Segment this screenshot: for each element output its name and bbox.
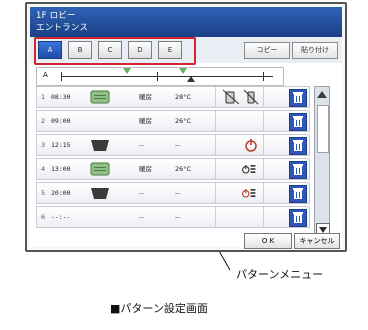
ok-button[interactable]: O K bbox=[244, 233, 292, 249]
divider bbox=[263, 135, 264, 155]
scroll-thumb[interactable] bbox=[317, 105, 329, 153]
trash-icon bbox=[293, 188, 303, 199]
row-temperature: 28°C bbox=[175, 93, 192, 101]
marker-black-icon bbox=[187, 76, 195, 82]
pattern-tab-bar: A B C D E コピー 貼り付け bbox=[30, 37, 342, 65]
paste-button[interactable]: 貼り付け bbox=[292, 42, 338, 59]
trash-icon bbox=[293, 212, 303, 223]
row-time: 20:00 bbox=[51, 189, 71, 197]
divider bbox=[215, 135, 216, 155]
screen-caption: ■パターン設定画面 bbox=[110, 302, 208, 315]
power-settings-icon bbox=[242, 189, 256, 198]
divider bbox=[263, 159, 264, 179]
trash-icon bbox=[293, 164, 303, 175]
divider bbox=[263, 207, 264, 227]
marker-green-icon bbox=[123, 68, 131, 74]
row-number: 3 bbox=[41, 141, 46, 149]
title-line-2: エントランス bbox=[36, 23, 89, 33]
remote-lock-icon bbox=[223, 89, 239, 105]
marker-green-icon bbox=[179, 68, 187, 74]
row-time: --:-- bbox=[51, 213, 71, 221]
row-mode: 暖房 bbox=[139, 165, 152, 173]
delete-button[interactable] bbox=[289, 209, 307, 227]
pattern-menu-callout: パターンメニュー bbox=[236, 268, 324, 281]
timeline-tick bbox=[263, 72, 264, 81]
fan-dark-icon bbox=[91, 188, 109, 199]
row-temperature: -- bbox=[175, 189, 180, 197]
page: 1F ロビー エントランス A B C D E コピー 貼り付け A 1 08:… bbox=[0, 0, 368, 330]
row-mode: 暖房 bbox=[139, 93, 152, 101]
copy-button[interactable]: コピー bbox=[244, 42, 290, 59]
pattern-timeline: A bbox=[36, 67, 284, 86]
divider bbox=[215, 87, 216, 107]
divider bbox=[215, 183, 216, 203]
row-time: 12:15 bbox=[51, 141, 71, 149]
table-row[interactable]: 3 12:15 -- -- bbox=[36, 134, 310, 156]
row-number: 1 bbox=[41, 93, 46, 101]
timeline-key: A bbox=[43, 71, 48, 79]
trash-icon bbox=[293, 140, 303, 151]
tab-b[interactable]: B bbox=[68, 41, 92, 59]
screen: 1F ロビー エントランス A B C D E コピー 貼り付け A 1 08:… bbox=[30, 7, 342, 249]
row-number: 5 bbox=[41, 189, 46, 197]
table-row[interactable]: 6 --:-- -- -- bbox=[36, 206, 310, 228]
trash-icon bbox=[293, 116, 303, 127]
row-mode: 暖房 bbox=[139, 117, 152, 125]
row-temperature: 26°C bbox=[175, 165, 192, 173]
fan-green-icon bbox=[90, 162, 110, 176]
row-time: 08:30 bbox=[51, 93, 71, 101]
timeline-tick bbox=[157, 72, 158, 81]
fan-dark-icon bbox=[91, 140, 109, 151]
divider bbox=[263, 111, 264, 131]
divider bbox=[263, 87, 264, 107]
tab-c[interactable]: C bbox=[98, 41, 122, 59]
tab-e[interactable]: E bbox=[158, 41, 182, 59]
delete-button[interactable] bbox=[289, 113, 307, 131]
timeline-tick bbox=[61, 72, 62, 81]
row-temperature: -- bbox=[175, 141, 180, 149]
title-line-1: 1F ロビー bbox=[36, 11, 76, 21]
trash-icon bbox=[293, 92, 303, 103]
title-bar: 1F ロビー エントランス bbox=[30, 7, 342, 37]
power-icon bbox=[245, 139, 257, 152]
delete-button[interactable] bbox=[289, 89, 307, 107]
tab-a[interactable]: A bbox=[38, 41, 62, 59]
row-number: 4 bbox=[41, 165, 46, 173]
row-mode: -- bbox=[139, 189, 144, 197]
delete-button[interactable] bbox=[289, 185, 307, 203]
schedule-table: 1 08:30 暖房 28°C 2 09:00 暖房 26°C 3 12:15 … bbox=[36, 86, 310, 230]
divider bbox=[215, 207, 216, 227]
row-mode: -- bbox=[139, 141, 144, 149]
divider bbox=[263, 183, 264, 203]
scroll-up-icon[interactable] bbox=[317, 91, 327, 98]
table-row[interactable]: 5 20:00 -- -- bbox=[36, 182, 310, 204]
delete-button[interactable] bbox=[289, 161, 307, 179]
divider bbox=[215, 111, 216, 131]
divider bbox=[215, 159, 216, 179]
row-time: 13:00 bbox=[51, 165, 71, 173]
row-number: 2 bbox=[41, 117, 46, 125]
device-frame: 1F ロビー エントランス A B C D E コピー 貼り付け A 1 08:… bbox=[25, 2, 347, 252]
remote-lock-icon bbox=[243, 89, 259, 105]
scrollbar[interactable] bbox=[314, 86, 330, 240]
row-temperature: 26°C bbox=[175, 117, 192, 125]
table-row[interactable]: 4 13:00 暖房 26°C bbox=[36, 158, 310, 180]
delete-button[interactable] bbox=[289, 137, 307, 155]
row-temperature: -- bbox=[175, 213, 180, 221]
tab-d[interactable]: D bbox=[128, 41, 152, 59]
fan-green-icon bbox=[90, 90, 110, 104]
table-row[interactable]: 1 08:30 暖房 28°C bbox=[36, 86, 310, 108]
power-settings-icon bbox=[242, 165, 256, 174]
cancel-button[interactable]: キャンセル bbox=[294, 233, 340, 249]
row-mode: -- bbox=[139, 213, 144, 221]
table-row[interactable]: 2 09:00 暖房 26°C bbox=[36, 110, 310, 132]
row-number: 6 bbox=[41, 213, 46, 221]
row-time: 09:00 bbox=[51, 117, 71, 125]
timeline-line bbox=[61, 76, 273, 77]
